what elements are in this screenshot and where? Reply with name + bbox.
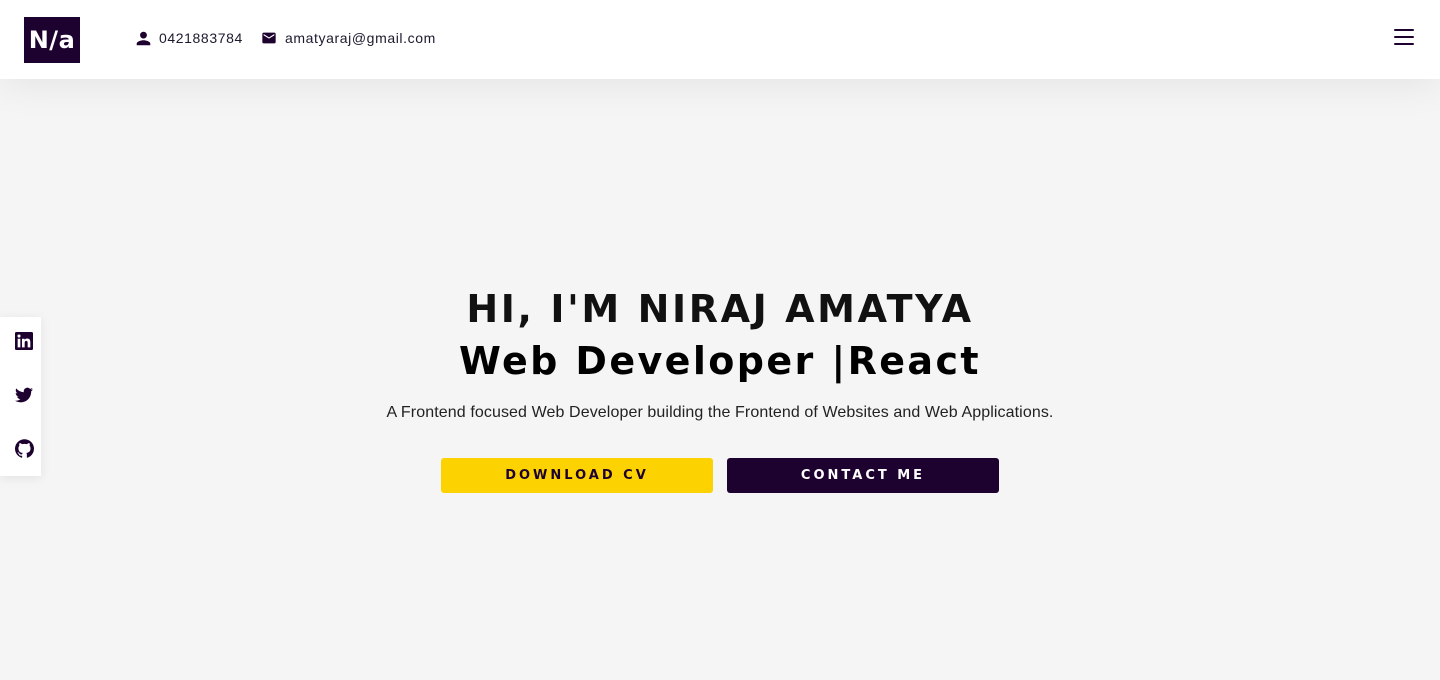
hamburger-menu-icon[interactable] (1394, 28, 1414, 46)
site-logo[interactable]: N/a (24, 17, 80, 63)
download-cv-button[interactable]: DOWNLOAD CV (441, 458, 713, 493)
phone-number: 0421883784 (159, 30, 243, 46)
hero-section: HI, I'M NIRAJ AMATYA Web Developer |Reac… (0, 79, 1440, 680)
hero-title: HI, I'M NIRAJ AMATYA (466, 287, 974, 331)
email-address: amatyaraj@gmail.com (285, 30, 436, 46)
phone-contact[interactable]: 0421883784 (135, 28, 243, 48)
menu-bar (1394, 43, 1414, 45)
contact-me-button[interactable]: CONTACT ME (727, 458, 999, 493)
mail-icon (260, 30, 278, 46)
github-icon[interactable] (13, 437, 35, 459)
social-sidebar (0, 317, 41, 476)
hero-description: A Frontend focused Web Developer buildin… (386, 404, 1054, 421)
hero-subtitle: Web Developer |React (459, 339, 981, 383)
linkedin-icon[interactable] (13, 330, 35, 352)
person-icon (135, 30, 152, 47)
menu-bar (1394, 29, 1414, 31)
site-header: N/a 0421883784 amatyaraj@gmail.com (0, 0, 1440, 79)
logo-text: N/a (28, 26, 76, 54)
twitter-icon[interactable] (13, 384, 35, 406)
email-contact[interactable]: amatyaraj@gmail.com (260, 28, 436, 48)
menu-bar (1394, 36, 1414, 38)
